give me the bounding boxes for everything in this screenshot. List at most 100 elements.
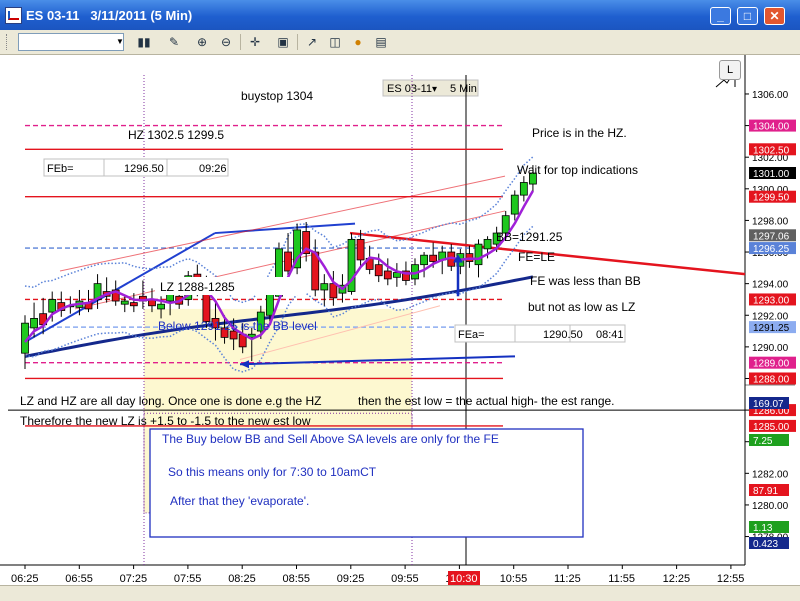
note-box-line: After that they 'evaporate'. bbox=[170, 494, 309, 508]
chart-area[interactable]: ES 03-11 ▾ 5 Min buystop 1304 HZ 1302.5 1299… bbox=[0, 55, 800, 600]
candle-body bbox=[420, 254, 428, 266]
indicator-tag-label: 169.07 bbox=[753, 399, 784, 410]
buystop-label: buystop 1304 bbox=[241, 89, 313, 103]
chevron-down-icon: ▾ bbox=[432, 84, 437, 95]
x-tick-label: 08:55 bbox=[283, 573, 311, 585]
candle-body bbox=[265, 292, 274, 316]
title-bar: ES 03-11 3/11/2011 (5 Min) _ □ ✕ bbox=[0, 0, 800, 30]
crosshair-icon[interactable]: ✛ bbox=[246, 33, 264, 51]
alert-icon[interactable]: ● bbox=[349, 33, 367, 51]
indicator-tag-label: 1.13 bbox=[753, 523, 773, 534]
price-tag-label: 1296.25 bbox=[753, 244, 790, 255]
candle-body bbox=[157, 303, 165, 310]
price-tag-label: 1302.50 bbox=[753, 145, 790, 156]
candle-body bbox=[374, 264, 383, 277]
chevron-down-icon[interactable]: ▼ bbox=[114, 33, 126, 51]
price-tag-label: 1289.00 bbox=[753, 359, 790, 370]
lz-label: LZ 1288-1285 bbox=[160, 280, 235, 294]
candle-body bbox=[510, 194, 519, 215]
candle-body bbox=[284, 251, 292, 272]
candles-icon[interactable]: ▮▮ bbox=[135, 33, 153, 51]
app-icon bbox=[5, 7, 22, 24]
candle-body bbox=[120, 300, 129, 305]
zoom-out-icon[interactable]: ⊖ bbox=[217, 33, 235, 51]
strategies-icon[interactable]: ◫ bbox=[326, 33, 344, 51]
indicators-icon[interactable]: ↗ bbox=[303, 33, 321, 51]
y-tick-label: 1282.00 bbox=[752, 469, 789, 480]
scroll-bar[interactable] bbox=[0, 585, 800, 601]
below-bb-label: Below 1291.25 is the BB level bbox=[158, 319, 317, 333]
data-box-icon[interactable]: ▤ bbox=[372, 33, 390, 51]
fe-less-label: FE was less than BB bbox=[530, 274, 641, 288]
price-tag-label: 1304.00 bbox=[753, 122, 790, 133]
price-tag-label: 1285.00 bbox=[753, 422, 790, 433]
feb-label: FEb= bbox=[47, 163, 74, 175]
candle-body bbox=[30, 318, 38, 329]
candle-body bbox=[356, 238, 365, 261]
x-tick-label: 08:25 bbox=[228, 573, 256, 585]
note-box-line: So this means only for 7:30 to 10amCT bbox=[168, 465, 377, 479]
price-tag-label: 1299.50 bbox=[753, 193, 790, 204]
x-tick-label: 06:25 bbox=[11, 573, 39, 585]
x-tick-label: 11:55 bbox=[608, 573, 635, 585]
cursor-time-label: 10:30 bbox=[450, 573, 478, 585]
y-tick-label: 1292.00 bbox=[752, 311, 789, 322]
fe-le-label: FE=LE bbox=[518, 250, 555, 264]
wait-top-label: Wait for top indications bbox=[517, 163, 638, 177]
fea-value: 1290.50 bbox=[543, 329, 583, 341]
y-tick-label: 1280.00 bbox=[752, 501, 789, 512]
toolbar-divider bbox=[240, 34, 241, 50]
indicator-tag-label: 87.91 bbox=[753, 486, 778, 497]
candle-body bbox=[129, 302, 138, 307]
candle-body bbox=[48, 299, 57, 313]
x-tick-label: 12:55 bbox=[717, 573, 745, 585]
pencil-icon[interactable]: ✎ bbox=[165, 33, 183, 51]
instrument-selector[interactable] bbox=[18, 33, 124, 51]
chart-instrument-label: ES 03-11 bbox=[387, 83, 432, 95]
maximize-button[interactable]: □ bbox=[737, 7, 758, 25]
x-tick-label: 07:55 bbox=[174, 573, 202, 585]
x-tick-label: 11:25 bbox=[554, 573, 581, 585]
toolbar-grip[interactable] bbox=[6, 34, 10, 50]
candle-body bbox=[329, 283, 338, 299]
feb-time: 09:26 bbox=[199, 163, 227, 175]
candle-body bbox=[320, 283, 329, 291]
x-tick-label: 09:55 bbox=[391, 573, 419, 585]
x-tick-label: 06:55 bbox=[65, 573, 93, 585]
candle-body bbox=[392, 272, 401, 278]
properties-icon[interactable]: ▣ bbox=[274, 33, 292, 51]
l-button[interactable]: L bbox=[719, 60, 741, 80]
candle-body bbox=[483, 238, 492, 250]
minimize-button[interactable]: _ bbox=[710, 7, 731, 25]
x-tick-label: 07:25 bbox=[120, 573, 148, 585]
close-button[interactable]: ✕ bbox=[764, 7, 785, 25]
note-est-low: then the est low = the actual high- the … bbox=[358, 394, 615, 408]
price-in-hz-label: Price is in the HZ. bbox=[532, 126, 627, 140]
indicator-tag-label: 0.423 bbox=[753, 539, 778, 550]
price-tag-label: 1291.25 bbox=[753, 323, 790, 334]
y-tick-label: 1290.00 bbox=[752, 343, 789, 354]
x-tick-label: 09:25 bbox=[337, 573, 365, 585]
note-lz-hz: LZ and HZ are all day long. Once one is … bbox=[20, 394, 322, 408]
not-low-label: but not as low as LZ bbox=[528, 300, 635, 314]
note-new-lz: Therefore the new LZ is +1.5 to -1.5 to … bbox=[20, 414, 311, 428]
price-tag-label: 1301.00 bbox=[753, 169, 790, 180]
toolbar-divider bbox=[297, 34, 298, 50]
price-chart[interactable]: ES 03-11 ▾ 5 Min buystop 1304 HZ 1302.5 1299… bbox=[0, 55, 800, 600]
candle-body bbox=[474, 243, 483, 266]
x-tick-label: 12:25 bbox=[663, 573, 691, 585]
y-tick-label: 1306.00 bbox=[752, 90, 789, 101]
zoom-in-icon[interactable]: ⊕ bbox=[193, 33, 211, 51]
candle-body bbox=[429, 254, 438, 262]
x-tick-label: 10:55 bbox=[500, 573, 528, 585]
candle-body bbox=[519, 182, 528, 196]
chart-interval-label: 5 Min bbox=[450, 83, 477, 95]
indicator-tag-label: 7.25 bbox=[753, 436, 773, 447]
fea-time: 08:41 bbox=[596, 329, 624, 341]
y-tick-label: 1298.00 bbox=[752, 216, 789, 227]
price-tag-label: 1297.06 bbox=[753, 231, 790, 242]
price-tag-label: 1288.00 bbox=[753, 374, 790, 385]
window-title: ES 03-11 3/11/2011 (5 Min) bbox=[26, 8, 193, 23]
bb-label: BB=1291.25 bbox=[496, 230, 563, 244]
fea-label: FEa= bbox=[458, 329, 485, 341]
